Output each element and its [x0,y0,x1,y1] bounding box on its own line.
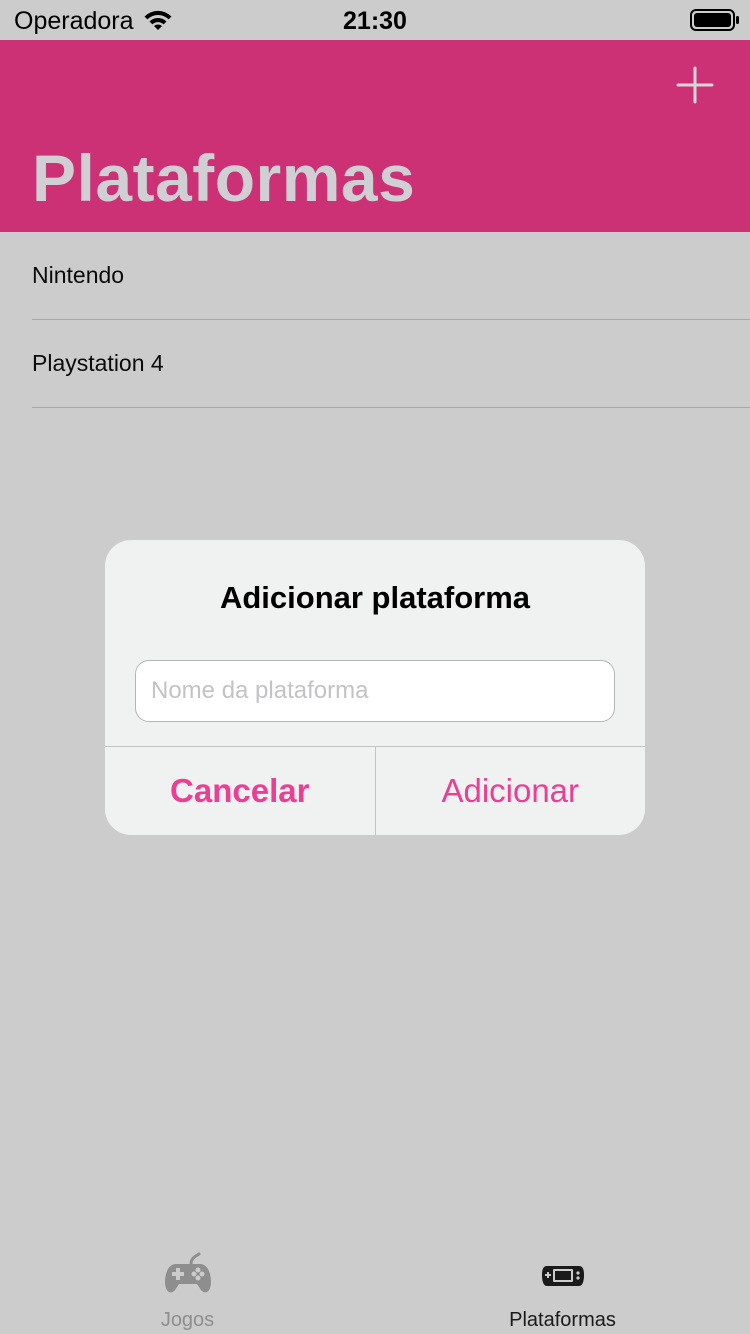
page-title: Plataformas [32,141,416,215]
dialog-title: Adicionar plataforma [219,580,531,615]
handheld-console-icon [541,1266,584,1286]
tab-bar: Jogos Plataformas [0,1236,750,1334]
list-item-label: Nintendo [32,262,125,288]
dialog-actions: Cancelar Adicionar [105,746,645,835]
navigation-header: Plataformas [0,40,750,232]
tab-plataformas[interactable]: Plataformas [375,1236,750,1334]
add-button[interactable]: Adicionar [376,747,646,835]
list-item[interactable]: Nintendo [32,232,750,320]
add-platform-dialog: Adicionar plataforma Cancelar Adicionar [105,540,645,835]
tab-label: Plataformas [509,1309,616,1331]
cancel-button[interactable]: Cancelar [105,747,376,835]
list-item-label: Playstation 4 [32,350,164,376]
battery-icon [690,9,739,31]
add-platform-button[interactable] [672,62,718,108]
status-bar: Operadora 21:30 [0,0,750,40]
gamepad-icon [164,1252,211,1293]
tab-label: Jogos [160,1309,215,1331]
plus-icon [676,66,714,104]
tab-jogos[interactable]: Jogos [0,1236,375,1334]
platform-list: Nintendo Playstation 4 [0,232,750,408]
status-time: 21:30 [343,7,407,35]
platform-name-input[interactable] [135,660,615,722]
list-item[interactable]: Playstation 4 [32,320,750,408]
